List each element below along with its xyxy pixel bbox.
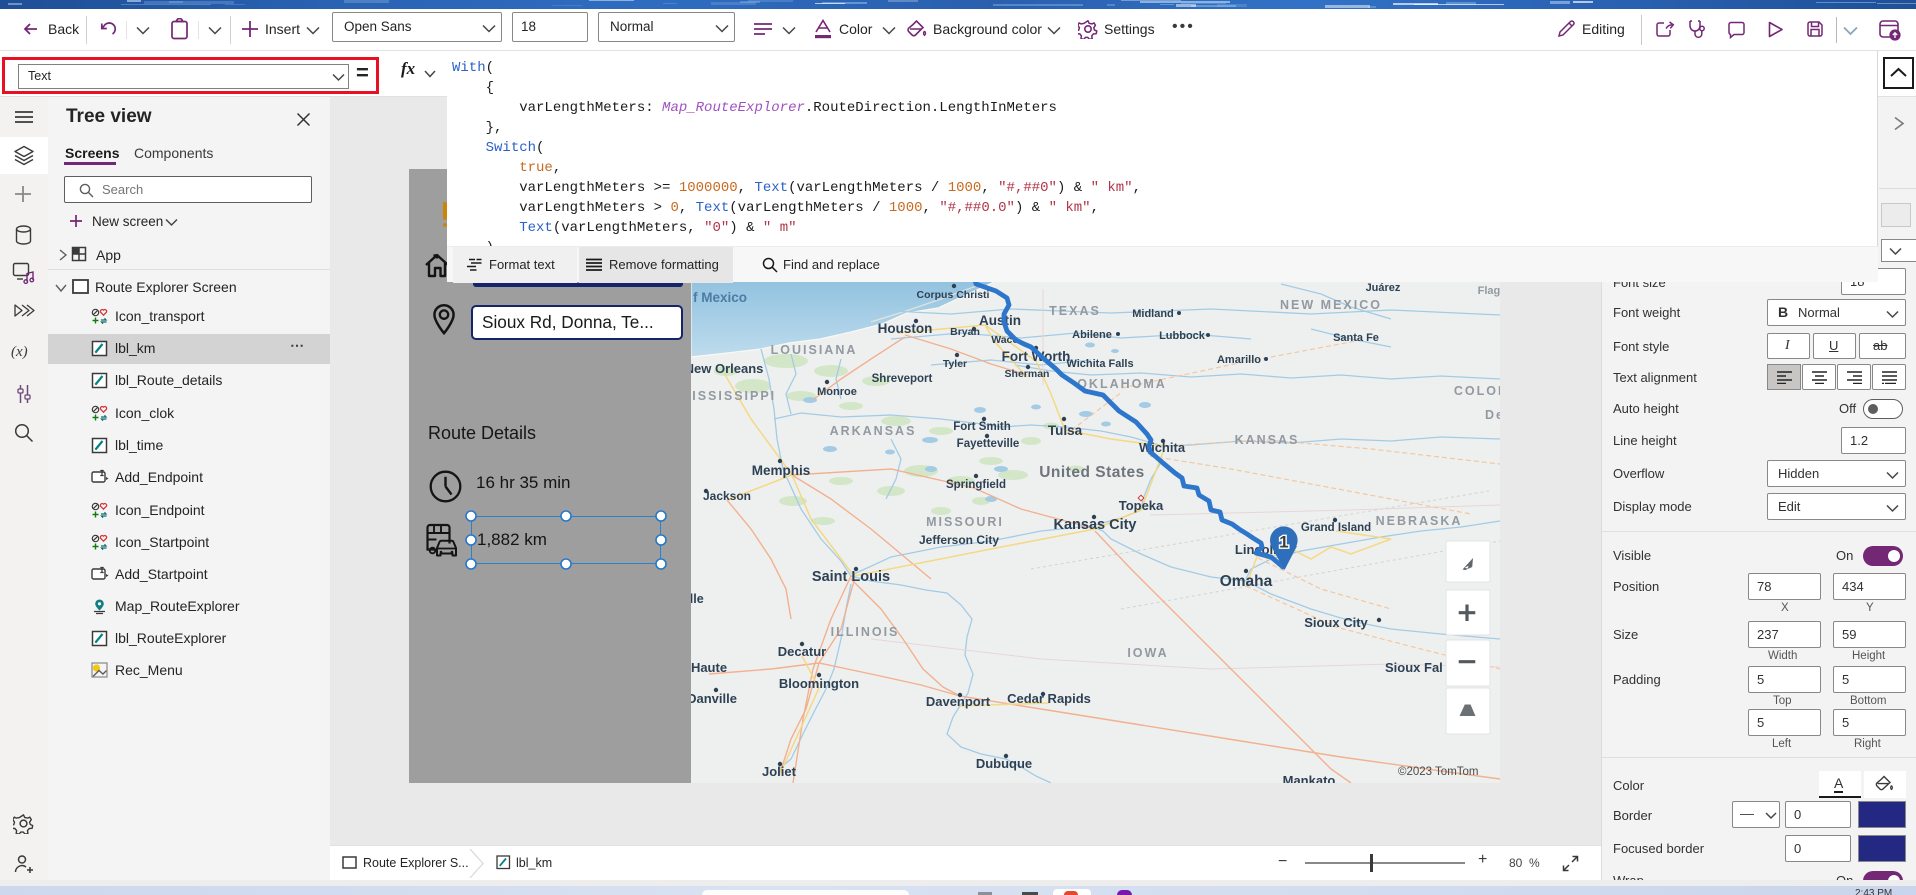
svg-text:De: De	[1485, 408, 1500, 422]
svg-text:Kansas City: Kansas City	[1053, 517, 1136, 533]
svg-text:Lubbock: Lubbock	[1159, 330, 1206, 342]
svg-text:Fort Smith: Fort Smith	[953, 421, 1011, 433]
svg-text:Joliet: Joliet	[762, 764, 797, 779]
svg-text:LOUISIANA: LOUISIANA	[771, 343, 858, 357]
svg-text:Memphis: Memphis	[752, 463, 811, 478]
svg-text:Cedar Rapids: Cedar Rapids	[1007, 691, 1091, 706]
svg-text:IOWA: IOWA	[1127, 646, 1168, 660]
svg-text:Sherman: Sherman	[1005, 368, 1050, 380]
svg-text:Dubuque: Dubuque	[976, 756, 1032, 771]
svg-text:Haute: Haute	[691, 660, 727, 675]
svg-text:TEXAS: TEXAS	[1049, 304, 1101, 318]
svg-text:Decatur: Decatur	[778, 644, 826, 659]
svg-text:Springfield: Springfield	[946, 479, 1006, 491]
svg-text:MISSISSIPPI: MISSISSIPPI	[691, 389, 776, 403]
svg-text:Omaha: Omaha	[1220, 573, 1273, 590]
svg-text:Danville: Danville	[691, 691, 737, 706]
svg-text:Corpus Christi: Corpus Christi	[917, 289, 990, 301]
svg-text:Tyler: Tyler	[943, 358, 967, 370]
svg-text:©2023 TomTom: ©2023 TomTom	[1398, 766, 1479, 778]
svg-text:KANSAS: KANSAS	[1235, 433, 1300, 447]
svg-text:New Orleans: New Orleans	[691, 361, 763, 376]
svg-text:Flags: Flags	[1478, 285, 1500, 297]
svg-text:Bloomington: Bloomington	[779, 676, 859, 691]
svg-text:NEW MEXICO: NEW MEXICO	[1280, 298, 1382, 312]
svg-text:ARKANSAS: ARKANSAS	[830, 424, 917, 438]
svg-text:f Mexico: f Mexico	[693, 290, 747, 305]
svg-text:MISSOURI: MISSOURI	[926, 515, 1004, 529]
svg-text:Grand Island: Grand Island	[1301, 522, 1371, 534]
svg-text:Amarillo: Amarillo	[1217, 354, 1261, 366]
svg-text:Sioux Fal: Sioux Fal	[1385, 660, 1443, 675]
svg-text:Austin: Austin	[979, 313, 1021, 328]
svg-text:Midland: Midland	[1132, 308, 1174, 320]
svg-text:Saint Louis: Saint Louis	[812, 569, 890, 585]
svg-text:Fayetteville: Fayetteville	[957, 438, 1020, 450]
svg-text:ille: ille	[691, 592, 704, 606]
svg-text:ILLINOIS: ILLINOIS	[831, 625, 900, 639]
svg-text:COLORA: COLORA	[1454, 384, 1500, 398]
svg-text:Abilene: Abilene	[1072, 329, 1112, 341]
svg-text:Shreveport: Shreveport	[872, 373, 933, 385]
svg-text:OKLAHOMA: OKLAHOMA	[1077, 377, 1167, 391]
svg-text:Jackson: Jackson	[703, 489, 751, 503]
svg-text:Sioux City: Sioux City	[1304, 615, 1368, 630]
svg-text:Wichita Falls: Wichita Falls	[1066, 358, 1133, 370]
svg-text:Houston: Houston	[878, 321, 933, 336]
svg-text:Tulsa: Tulsa	[1048, 423, 1083, 438]
svg-text:United States: United States	[1039, 464, 1145, 481]
svg-text:NEBRASKA: NEBRASKA	[1376, 514, 1463, 528]
svg-text:Mankato: Mankato	[1283, 773, 1336, 783]
svg-text:1: 1	[1279, 533, 1288, 552]
svg-text:Juárez: Juárez	[1366, 282, 1401, 294]
svg-text:Santa Fe: Santa Fe	[1333, 332, 1379, 344]
svg-text:Monroe: Monroe	[817, 386, 857, 398]
svg-text:Jefferson City: Jefferson City	[919, 533, 999, 547]
